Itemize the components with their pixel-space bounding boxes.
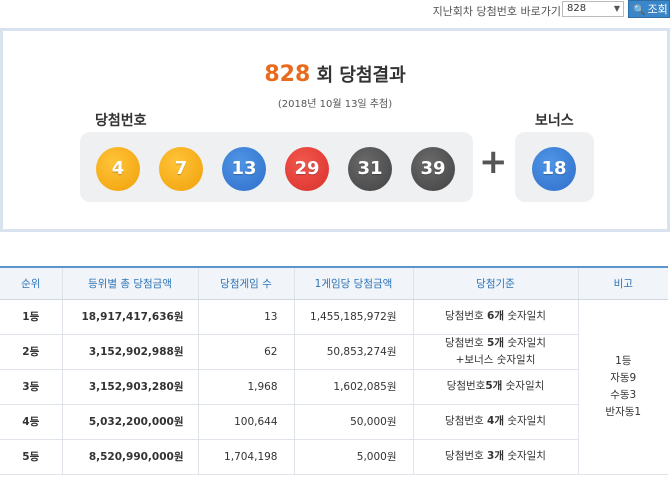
header-note: 비고	[577, 266, 668, 300]
criteria-text: 당첨번호	[445, 415, 488, 427]
table-row: 4등 5,032,200,000원 100,644 50,000원 당첨번호 4…	[0, 404, 668, 440]
result-title: 828 회 당첨결과	[3, 61, 667, 87]
games-cell: 13	[197, 299, 294, 335]
note-line: 반자동1	[605, 405, 642, 418]
note-line: 자동9	[610, 371, 637, 384]
criteria-text: 당첨번호	[445, 310, 488, 322]
games-cell: 1,704,198	[197, 439, 294, 475]
round-select-value: 828	[567, 3, 587, 14]
criteria-cell: 당첨번호 5개 숫자일치 +보너스 숫자일치	[412, 334, 578, 370]
prize-table-wrapper: 순위 등위별 총 당첨금액 당첨게임 수 1게임당 당첨금액 당첨기준 비고 1…	[0, 266, 670, 475]
table-row: 3등 3,152,903,280원 1,968 1,602,085원 당첨번호5…	[0, 369, 668, 405]
draw-date: (2018년 10월 13일 추첨)	[277, 99, 393, 110]
criteria-text: 숫자일치	[502, 380, 545, 392]
prize-table: 순위 등위별 총 당첨금액 당첨게임 수 1게임당 당첨금액 당첨기준 비고 1…	[0, 266, 668, 475]
lotto-ball: 39	[411, 147, 455, 191]
criteria-text: 숫자일치	[503, 415, 546, 427]
rank-cell: 2등	[0, 334, 62, 370]
search-button[interactable]: 🔍 조회	[628, 0, 670, 18]
table-header-row: 순위 등위별 총 당첨금액 당첨게임 수 1게임당 당첨금액 당첨기준 비고	[0, 266, 668, 300]
criteria-text: 당첨번호	[445, 450, 488, 462]
rank-cell: 5등	[0, 439, 62, 475]
search-icon: 🔍	[633, 5, 646, 16]
rank-cell: 3등	[0, 369, 62, 405]
criteria-cell: 당첨번호5개 숫자일치	[412, 369, 578, 405]
criteria-cell: 당첨번호 3개 숫자일치	[412, 439, 578, 475]
criteria-count: 5개	[485, 380, 503, 392]
table-row: 2등 3,152,902,988원 62 50,853,274원 당첨번호 5개…	[0, 334, 668, 370]
criteria-cell: 당첨번호 4개 숫자일치	[412, 404, 578, 440]
total-prize-cell: 3,152,902,988원	[61, 334, 198, 370]
table-row: 5등 8,520,990,000원 1,704,198 5,000원 당첨번호 …	[0, 439, 668, 475]
games-cell: 1,968	[197, 369, 294, 405]
header-rank: 순위	[0, 266, 62, 300]
note-line: 수동3	[610, 388, 637, 401]
note-cell: 1등 자동9 수동3 반자동1	[577, 299, 668, 475]
search-button-label: 조회	[647, 3, 668, 16]
criteria-text: 당첨번호	[445, 336, 488, 349]
header-total-prize: 등위별 총 당첨금액	[61, 266, 198, 300]
rank-cell: 4등	[0, 404, 62, 440]
lotto-ball: 29	[285, 147, 329, 191]
round-select[interactable]: 828 ▼	[562, 1, 624, 17]
round-nav-label: 지난회차 당첨번호 바로가기	[432, 5, 561, 18]
bonus-ball: 18	[532, 147, 576, 191]
header-winning-games: 당첨게임 수	[197, 266, 294, 300]
rank-cell: 1등	[0, 299, 62, 335]
plus-icon: +	[479, 142, 508, 182]
bonus-label: 보너스	[535, 113, 574, 129]
criteria-count: 6개	[487, 310, 504, 322]
chevron-down-icon: ▼	[613, 4, 620, 13]
round-number: 828	[264, 62, 311, 87]
bonus-number-box: 18	[515, 132, 594, 202]
criteria-text: 당첨번호	[446, 380, 486, 392]
header-criteria: 당첨기준	[412, 266, 578, 300]
total-prize-cell: 8,520,990,000원	[61, 439, 198, 475]
games-cell: 100,644	[197, 404, 294, 440]
winning-numbers-box: 4 7 13 29 31 39	[80, 132, 473, 202]
lotto-ball: 7	[159, 147, 203, 191]
criteria-bonus-text: +보너스 숫자일치	[455, 353, 536, 366]
per-game-cell: 1,602,085원	[293, 369, 413, 405]
criteria-count: 5개	[487, 336, 504, 349]
per-game-cell: 5,000원	[293, 439, 413, 475]
note-line: 1등	[615, 354, 632, 367]
round-suffix: 회 당첨결과	[316, 65, 406, 86]
total-prize-cell: 18,917,417,636원	[61, 299, 198, 335]
header-per-game-prize: 1게임당 당첨금액	[293, 266, 413, 300]
criteria-text: 숫자일치	[503, 450, 546, 462]
per-game-cell: 50,853,274원	[293, 334, 413, 370]
criteria-text: 숫자일치	[503, 336, 546, 349]
criteria-count: 4개	[487, 415, 504, 427]
table-row: 1등 18,917,417,636원 13 1,455,185,972원 당첨번…	[0, 299, 668, 475]
lotto-ball: 31	[348, 147, 392, 191]
total-prize-cell: 5,032,200,000원	[61, 404, 198, 440]
lotto-ball: 13	[222, 147, 266, 191]
round-nav-bar: 지난회차 당첨번호 바로가기 828 ▼ 🔍 조회	[0, 0, 670, 22]
total-prize-cell: 3,152,903,280원	[61, 369, 198, 405]
criteria-count: 3개	[487, 450, 504, 462]
games-cell: 62	[197, 334, 294, 370]
winning-numbers-label: 당첨번호	[95, 113, 147, 129]
criteria-text: 숫자일치	[503, 310, 546, 322]
per-game-cell: 1,455,185,972원	[293, 299, 413, 335]
lotto-ball: 4	[96, 147, 140, 191]
result-panel: 828 회 당첨결과 (2018년 10월 13일 추첨) 당첨번호 보너스 4…	[0, 28, 670, 232]
criteria-cell: 당첨번호 6개 숫자일치	[412, 299, 578, 335]
per-game-cell: 50,000원	[293, 404, 413, 440]
